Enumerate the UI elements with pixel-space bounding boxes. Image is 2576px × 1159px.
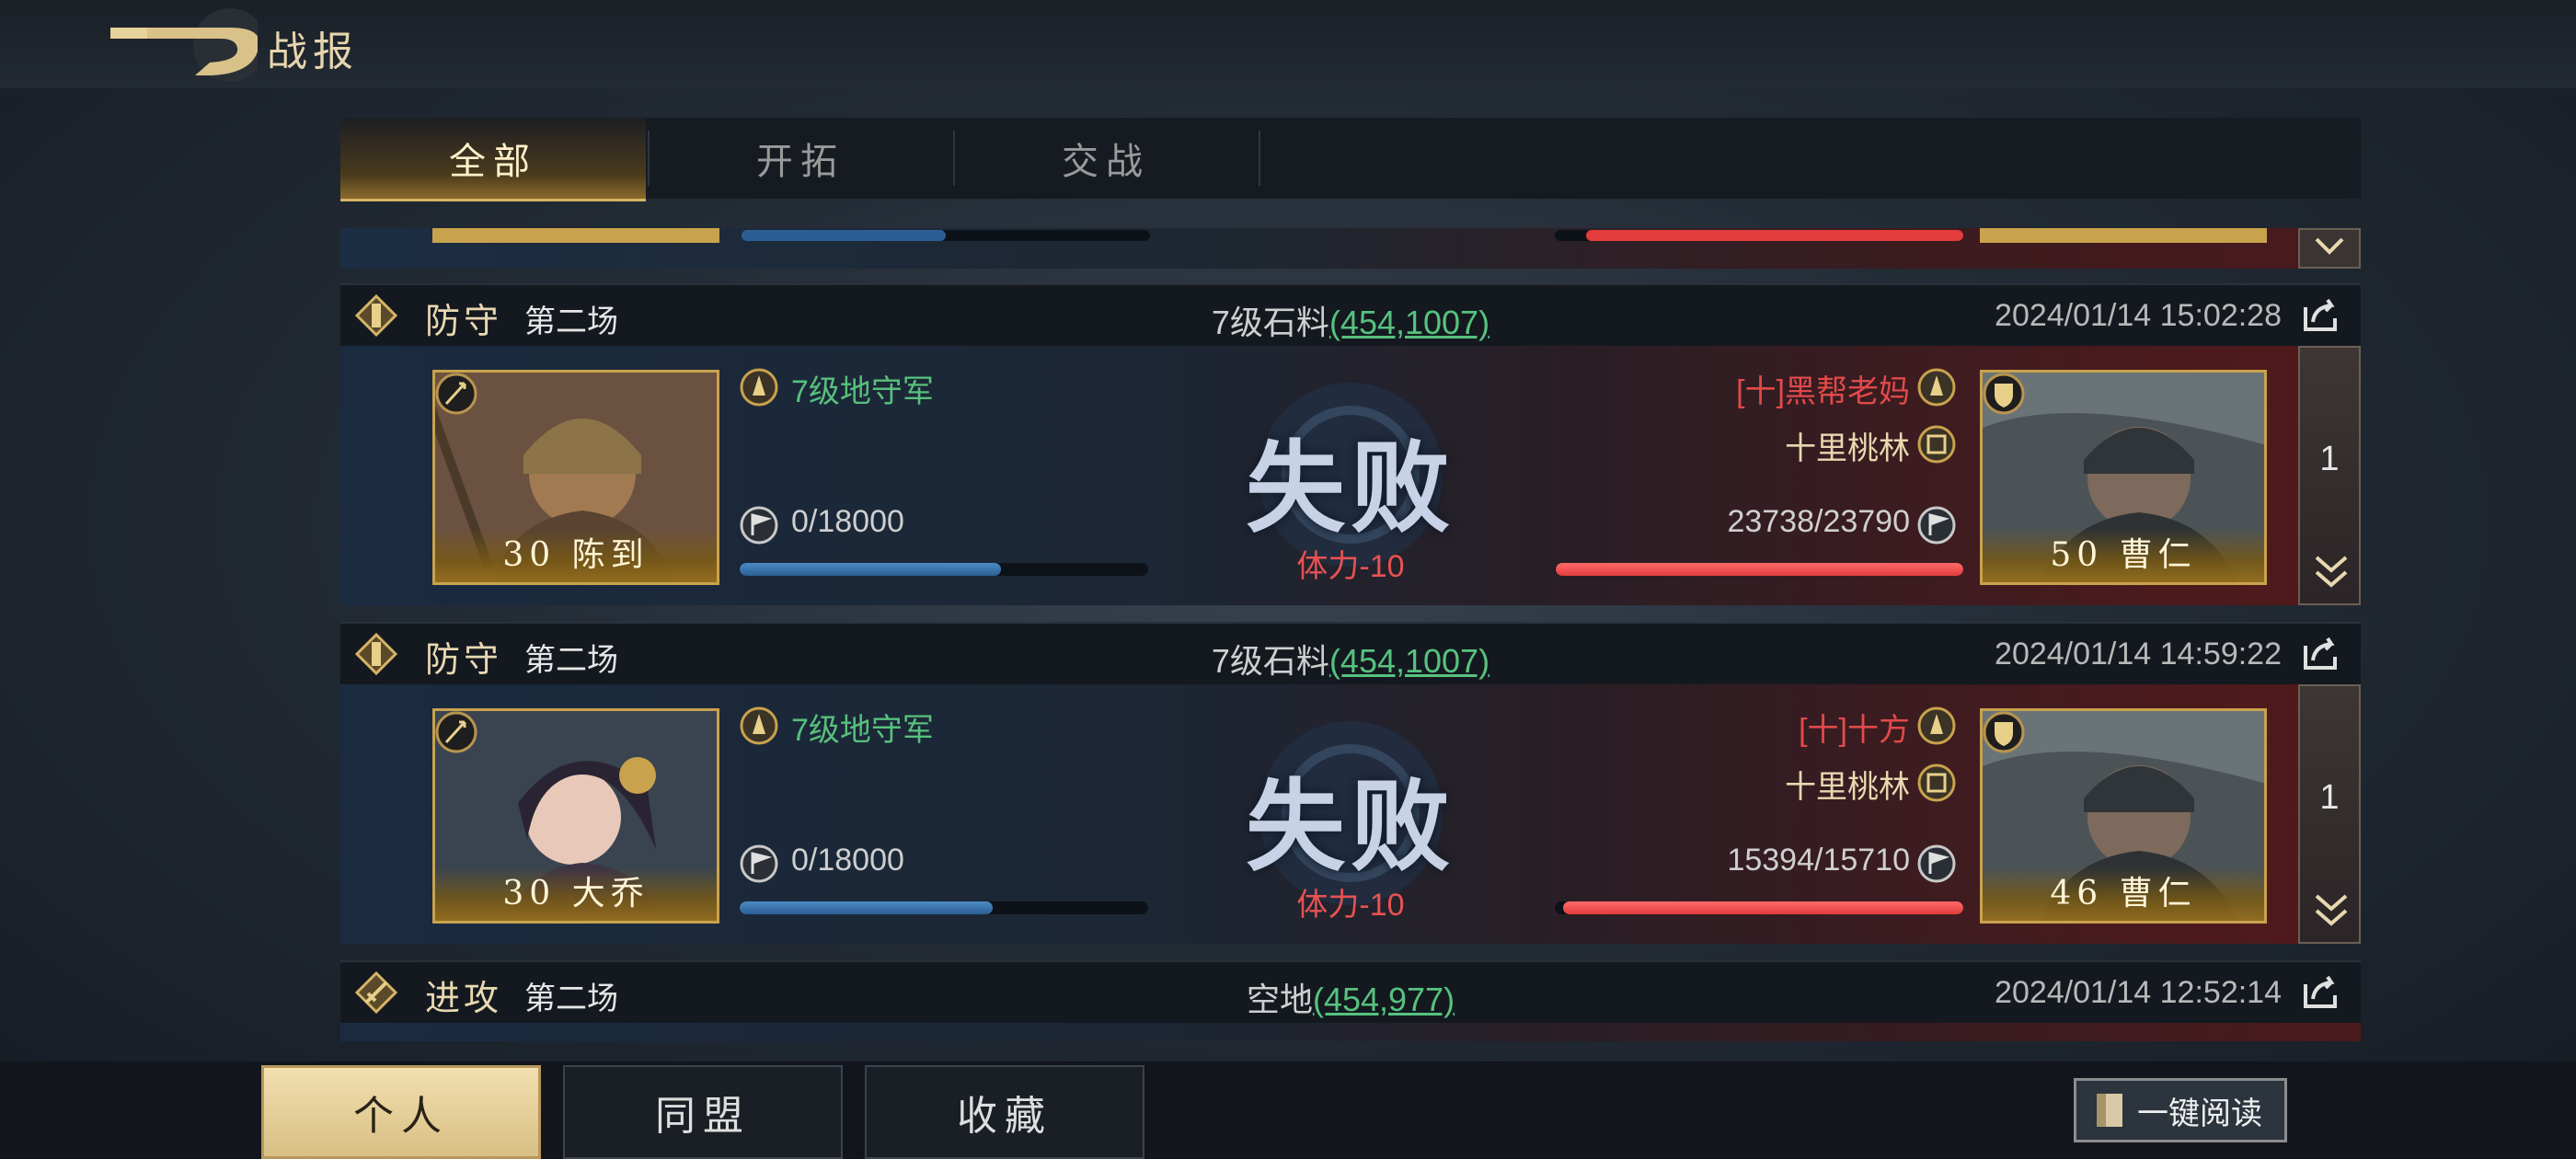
previous-report-remnant (340, 228, 2361, 269)
double-chevron-down-icon[interactable] (2311, 890, 2352, 931)
book-icon (2097, 1094, 2122, 1127)
defender-hero-portrait[interactable]: 46 曹仁 (1980, 708, 2267, 924)
tab-explore[interactable]: 开拓 (648, 118, 953, 199)
report-header: 防守 第二场 7级石料(454,1007) 2024/01/14 14:59:2… (340, 622, 2361, 684)
defender-hero-portrait[interactable]: 50 曹仁 (1980, 370, 2267, 585)
city-icon (1917, 425, 1956, 464)
share-icon[interactable] (2300, 971, 2340, 1012)
tab-alliance[interactable]: 同盟 (563, 1065, 843, 1159)
hero-level: 46 (2050, 875, 2104, 912)
hero-name: 曹仁 (2119, 875, 2197, 912)
location-coords-link[interactable]: (454,1007) (1329, 304, 1489, 341)
bar-remnant (1555, 230, 1963, 241)
back-arrow-icon[interactable] (92, 7, 258, 83)
report-count: 1 (2319, 440, 2340, 478)
expand-side-button[interactable]: 1 (2298, 346, 2361, 605)
location-name: 7级石料 (1211, 304, 1329, 341)
portrait-frame-remnant (1980, 228, 2267, 243)
share-icon[interactable] (2300, 633, 2340, 673)
report-time: 2024/01/14 14:59:22 (1995, 637, 2282, 671)
troop-bar-fill (1555, 563, 1963, 576)
defender-city: 十里桃林 (1785, 770, 1910, 805)
read-all-label: 一键阅读 (2137, 1096, 2262, 1131)
expand-side-button[interactable]: 1 (2298, 684, 2361, 944)
hero-name: 曹仁 (2119, 536, 2197, 574)
report-body: 30 陈到 7级地守军 0/18000 失败 体力-10 [十]黑帮老妈 十里桃… (340, 346, 2361, 605)
tab-favorites[interactable]: 收藏 (865, 1065, 1144, 1159)
chevron-down-icon (2315, 237, 2344, 255)
army-icon (740, 706, 778, 745)
defender-troop-bar (1555, 563, 1963, 576)
report-list[interactable]: 防守 第二场 7级石料(454,1007) 2024/01/14 15:02:2… (340, 228, 2361, 1041)
troop-bar-fill (1562, 901, 1963, 914)
read-all-button[interactable]: 一键阅读 (2074, 1078, 2287, 1142)
defender-city: 十里桃林 (1785, 431, 1910, 466)
filter-tabs: 全部 开拓 交战 (340, 118, 2361, 201)
report-body: 30 大乔 7级地守军 0/18000 失败 体力-10 [十]十方 十里桃林 … (340, 684, 2361, 944)
city-icon (1917, 763, 1956, 802)
report-time: 2024/01/14 12:52:14 (1995, 975, 2282, 1010)
report-body-remnant (340, 1023, 2361, 1041)
page-title: 战报 (267, 29, 359, 75)
tab-divider (1259, 131, 1260, 186)
defender-player: [十]十方 (1799, 713, 1910, 748)
shield-badge-icon (1983, 711, 2025, 753)
double-chevron-down-icon[interactable] (2311, 552, 2352, 592)
share-icon[interactable] (2300, 294, 2340, 335)
army-icon (1917, 706, 1956, 745)
side-button-remnant[interactable] (2298, 228, 2361, 269)
defender-troops: 23738/23790 (1727, 504, 1910, 539)
flag-icon (1917, 844, 1956, 883)
report-item[interactable]: 进攻 第二场 空地(454,977) 2024/01/14 12:52:14 (340, 960, 2361, 1041)
report-item[interactable]: 防守 第二场 7级石料(454,1007) 2024/01/14 15:02:2… (340, 283, 2361, 605)
army-icon (1917, 368, 1956, 407)
report-count: 1 (2319, 778, 2340, 817)
hero-level: 50 (2050, 536, 2104, 574)
defender-player: [十]黑帮老妈 (1736, 374, 1910, 409)
attacker-name: 7级地守军 (791, 374, 934, 409)
flag-icon (1917, 506, 1956, 545)
location-coords-link[interactable]: (454,1007) (1329, 642, 1489, 680)
report-item[interactable]: 防守 第二场 7级石料(454,1007) 2024/01/14 14:59:2… (340, 622, 2361, 944)
location-name: 7级石料 (1211, 642, 1329, 680)
location-name: 空地 (1246, 981, 1313, 1018)
location-coords-link[interactable]: (454,977) (1313, 981, 1455, 1018)
tab-all[interactable]: 全部 (340, 118, 646, 201)
hero-caption: 50 曹仁 (1983, 529, 2264, 582)
hero-caption: 46 曹仁 (1983, 867, 2264, 921)
report-header: 进攻 第二场 空地(454,977) 2024/01/14 12:52:14 (340, 960, 2361, 1023)
top-bar: 战报 (0, 0, 2576, 88)
portrait-frame-remnant (432, 228, 719, 243)
bar-remnant (742, 230, 1150, 241)
defender-troop-bar (1555, 901, 1963, 914)
tab-personal[interactable]: 个人 (261, 1065, 541, 1159)
attacker-name: 7级地守军 (791, 713, 934, 748)
report-header: 防守 第二场 7级石料(454,1007) 2024/01/14 15:02:2… (340, 283, 2361, 346)
army-icon (740, 368, 778, 407)
defender-troops: 15394/15710 (1727, 843, 1910, 878)
tab-battle[interactable]: 交战 (953, 118, 1259, 199)
bottom-bar: 个人 同盟 收藏 一键阅读 (0, 1061, 2576, 1159)
shield-badge-icon (1983, 373, 2025, 415)
report-time: 2024/01/14 15:02:28 (1995, 298, 2282, 333)
